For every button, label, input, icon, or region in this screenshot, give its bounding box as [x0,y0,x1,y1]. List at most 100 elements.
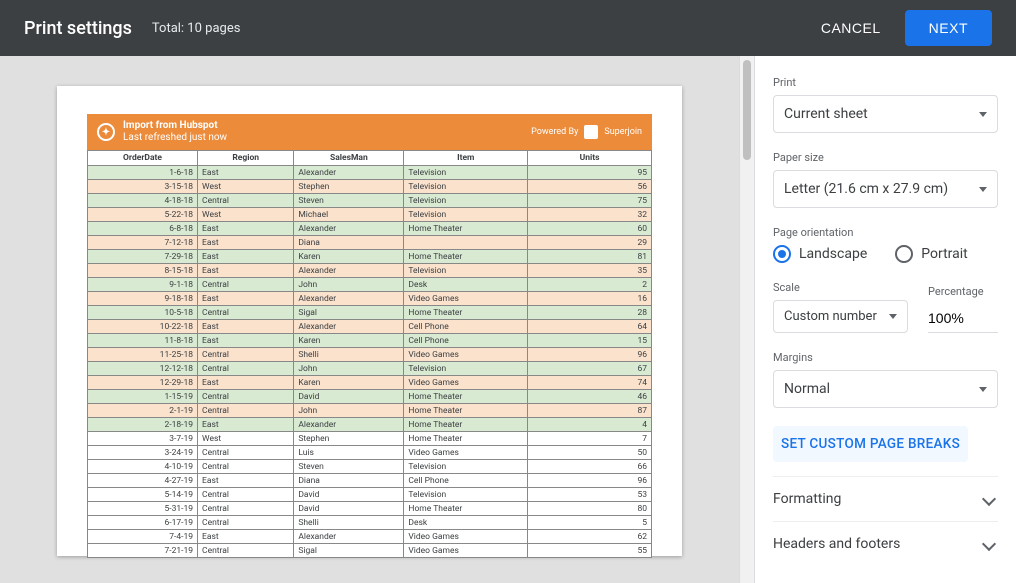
margins-select[interactable]: Normal [773,370,998,408]
table-cell: 87 [528,404,652,418]
table-cell: 46 [528,390,652,404]
margins-label: Margins [773,351,998,364]
table-cell: 80 [528,502,652,516]
table-cell: 8-15-18 [88,264,198,278]
next-button[interactable]: NEXT [905,10,992,46]
table-row: 5-31-19CentralDavidHome Theater80 [88,502,652,516]
table-row: 5-14-19CentralDavidTelevision53 [88,488,652,502]
table-cell: Video Games [404,530,528,544]
table-cell: 4-27-19 [88,474,198,488]
table-cell: 4-18-18 [88,194,198,208]
table-cell: 74 [528,376,652,390]
cancel-button[interactable]: CANCEL [805,12,897,44]
table-row: 4-10-19CentralStevenTelevision66 [88,460,652,474]
table-cell: Luis [294,446,404,460]
table-cell: 64 [528,320,652,334]
table-cell: Video Games [404,376,528,390]
table-cell: 53 [528,488,652,502]
table-cell: 28 [528,306,652,320]
table-cell: 7-21-19 [88,544,198,558]
table-cell: 2-1-19 [88,404,198,418]
table-cell: 5-14-19 [88,488,198,502]
table-cell: David [294,502,404,516]
percentage-input[interactable] [928,304,998,333]
orientation-portrait-radio[interactable]: Portrait [895,245,967,263]
table-cell: East [198,250,294,264]
table-cell: 2-18-19 [88,418,198,432]
table-row: 8-15-18EastAlexanderTelevision35 [88,264,652,278]
table-cell: Cell Phone [404,320,528,334]
table-cell: Karen [294,334,404,348]
table-cell: Alexander [294,292,404,306]
table-cell: Central [198,502,294,516]
table-cell: East [198,376,294,390]
table-cell: 4 [528,418,652,432]
column-header: SalesMan [294,151,404,166]
table-cell: East [198,418,294,432]
table-row: 6-17-19CentralShelliDesk5 [88,516,652,530]
table-cell: Home Theater [404,432,528,446]
table-cell: 6-17-19 [88,516,198,530]
table-cell: Central [198,460,294,474]
table-row: 3-7-19WestStephenHome Theater7 [88,432,652,446]
table-cell: Television [404,488,528,502]
table-cell: 3-7-19 [88,432,198,446]
table-row: 7-4-19EastAlexanderVideo Games62 [88,530,652,544]
paper-size-label: Paper size [773,151,998,164]
table-cell: 3-24-19 [88,446,198,460]
table-cell: West [198,208,294,222]
scrollbar-thumb[interactable] [743,60,751,160]
page-title: Print settings [24,18,132,39]
table-cell: Central [198,278,294,292]
paper-size-select[interactable]: Letter (21.6 cm x 27.9 cm) [773,170,998,208]
preview-scrollbar[interactable] [739,56,754,583]
table-cell: East [198,264,294,278]
table-cell: East [198,320,294,334]
table-cell: 9-18-18 [88,292,198,306]
scale-select[interactable]: Custom number [773,300,908,333]
table-row: 9-18-18EastAlexanderVideo Games16 [88,292,652,306]
table-cell: Sigal [294,544,404,558]
table-cell: 56 [528,180,652,194]
print-select[interactable]: Current sheet [773,95,998,133]
column-header: OrderDate [88,151,198,166]
table-cell: Video Games [404,446,528,460]
table-row: 1-15-19CentralDavidHome Theater46 [88,390,652,404]
sheet-banner: ✦ Import from Hubspot Last refreshed jus… [87,114,652,150]
table-row: 12-12-18CentralJohnTelevision67 [88,362,652,376]
table-cell: Stephen [294,180,404,194]
table-cell: David [294,488,404,502]
table-cell: Alexander [294,264,404,278]
table-cell: Central [198,362,294,376]
column-header: Units [528,151,652,166]
table-cell: Desk [404,516,528,530]
table-cell: Television [404,208,528,222]
table-cell: Central [198,194,294,208]
table-cell: West [198,180,294,194]
set-custom-page-breaks-button[interactable]: SET CUSTOM PAGE BREAKS [773,426,968,462]
app-header: Print settings Total: 10 pages CANCEL NE… [0,0,1016,56]
orientation-label: Page orientation [773,226,998,239]
table-cell: 32 [528,208,652,222]
settings-sidebar: Print Current sheet Paper size Letter (2… [754,56,1016,583]
table-row: 3-15-18WestStephenTelevision56 [88,180,652,194]
table-cell: Television [404,166,528,180]
orientation-landscape-radio[interactable]: Landscape [773,245,867,263]
table-cell: Karen [294,376,404,390]
table-cell: 5-31-19 [88,502,198,516]
table-cell: 9-1-18 [88,278,198,292]
headers-footers-section[interactable]: Headers and footers [773,521,998,566]
table-cell: East [198,222,294,236]
table-cell: 66 [528,460,652,474]
table-cell: 1-15-19 [88,390,198,404]
formatting-section[interactable]: Formatting [773,476,998,521]
table-cell: Video Games [404,292,528,306]
table-cell: Diana [294,236,404,250]
table-cell: 96 [528,474,652,488]
table-cell: 7-4-19 [88,530,198,544]
table-cell: Television [404,264,528,278]
table-row: 5-22-18WestMichaelTelevision32 [88,208,652,222]
table-row: 2-1-19CentralJohnHome Theater87 [88,404,652,418]
column-header: Region [198,151,294,166]
table-row: 11-25-18CentralShelliVideo Games96 [88,348,652,362]
